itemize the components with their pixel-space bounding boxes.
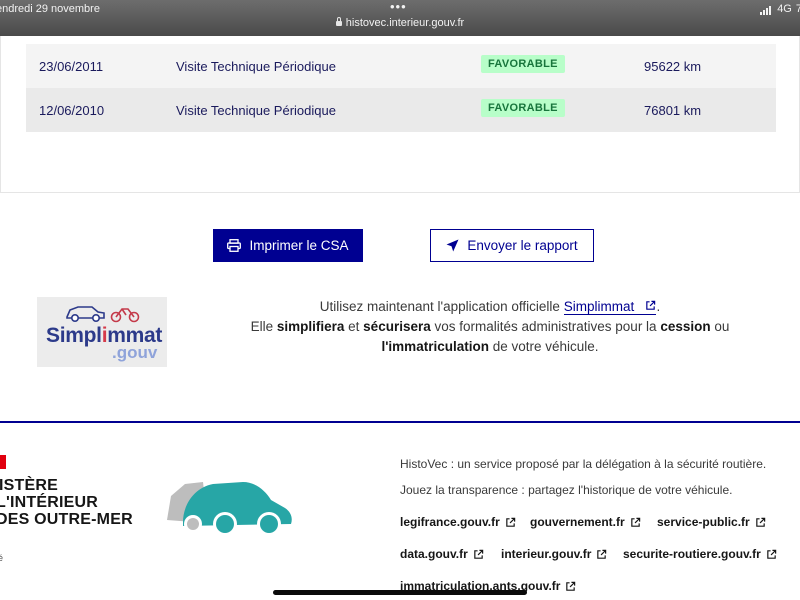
lock-icon — [335, 17, 342, 26]
row-date: 12/06/2010 — [39, 103, 105, 118]
footer-link-legifrance[interactable]: legifrance.gouv.fr — [400, 515, 516, 529]
footer-link-gouvernement[interactable]: gouvernement.fr — [530, 515, 641, 529]
browser-status-bar: endredi 29 novembre ••• histovec.interie… — [0, 0, 800, 36]
status-badge: FAVORABLE — [481, 55, 565, 73]
external-link-icon — [630, 517, 640, 527]
ministry-logo[interactable]: ISTÈRE L'INTÉRIEUR DES OUTRE-MER — [0, 477, 133, 528]
footer-link-service-public[interactable]: service-public.fr — [657, 515, 766, 529]
external-link-icon — [597, 549, 607, 559]
footer-tagline: Jouez la transparence : partagez l'histo… — [400, 483, 733, 497]
status-badge: FAVORABLE — [481, 99, 565, 117]
simplimmat-promo: Utilisez maintenant l'application offici… — [200, 297, 780, 357]
simplimmat-gouv: .gouv — [112, 343, 158, 362]
row-date: 23/06/2011 — [39, 59, 104, 74]
table-row: 12/06/2010 Visite Technique Périodique F… — [26, 88, 776, 132]
row-mileage: 76801 km — [644, 103, 702, 118]
print-csa-button[interactable]: Imprimer le CSA — [213, 229, 363, 262]
car-bike-icon — [66, 306, 140, 323]
external-link-icon — [646, 300, 656, 310]
marianne-flag — [0, 455, 6, 469]
address-url: histovec.interieur.gouv.fr — [345, 17, 465, 29]
status-date: endredi 29 novembre — [0, 3, 100, 15]
footer-link-data-gouv[interactable]: data.gouv.fr — [400, 547, 484, 561]
send-report-label: Envoyer le rapport — [467, 238, 578, 253]
ministry-devise: é — [0, 553, 4, 563]
external-link-icon — [566, 581, 576, 591]
more-icon[interactable]: ••• — [390, 0, 407, 14]
promo-line-3: l'immatriculation de votre véhicule. — [381, 339, 599, 354]
row-mileage: 95622 km — [644, 59, 702, 74]
external-link-icon — [767, 549, 777, 559]
promo-line-2: Elle simplifiera et sécurisera vos forma… — [250, 319, 730, 334]
external-link-icon — [506, 517, 516, 527]
footer-description: HistoVec : un service proposé par la dél… — [400, 457, 767, 471]
row-type: Visite Technique Périodique — [176, 103, 336, 118]
signal-icon — [760, 6, 772, 15]
address-bar[interactable]: histovec.interieur.gouv.fr — [0, 17, 800, 29]
external-link-icon — [474, 549, 484, 559]
status-indicators: 4G 7 — [760, 3, 800, 15]
simplimmat-logo[interactable]: Simplimmat .gouv — [37, 297, 167, 367]
printer-icon — [227, 239, 242, 252]
send-icon — [446, 239, 459, 252]
simplimmat-link[interactable]: Simplimmat — [563, 299, 657, 315]
table-row: 23/06/2011 Visite Technique Périodique F… — [26, 44, 776, 88]
send-report-button[interactable]: Envoyer le rapport — [430, 229, 594, 262]
home-indicator[interactable] — [273, 590, 527, 595]
footer-link-interieur[interactable]: interieur.gouv.fr — [501, 547, 607, 561]
promo-line-1: Utilisez maintenant l'application offici… — [319, 299, 661, 315]
external-link-icon — [755, 517, 765, 527]
footer-link-securite-routiere[interactable]: securite-routiere.gouv.fr — [623, 547, 777, 561]
network-label: 4G — [777, 3, 792, 15]
history-card: 23/06/2011 Visite Technique Périodique F… — [0, 36, 800, 193]
print-csa-label: Imprimer le CSA — [249, 238, 349, 253]
battery-label: 7 — [795, 3, 800, 15]
histovec-logo-icon[interactable] — [163, 476, 295, 538]
footer-divider — [0, 421, 800, 423]
row-type: Visite Technique Périodique — [176, 59, 336, 74]
